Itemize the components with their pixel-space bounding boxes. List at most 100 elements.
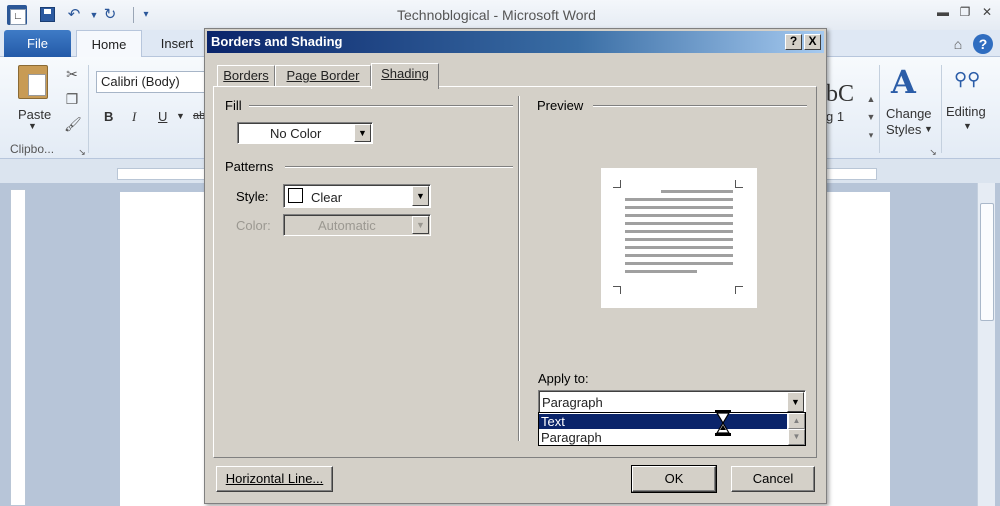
pattern-style-combo[interactable]: Clear ▼	[283, 184, 431, 208]
shading-preview[interactable]	[601, 168, 757, 308]
scroll-down-icon[interactable]: ▼	[788, 429, 805, 445]
tab-page-border[interactable]: Page Border	[275, 65, 371, 87]
editing-dropdown-icon[interactable]: ▼	[963, 121, 972, 131]
chevron-down-icon[interactable]: ▼	[787, 392, 804, 412]
apply-to-dropdown-list[interactable]: Text Paragraph ▲ ▼	[538, 412, 806, 446]
fill-color-value: No Color	[270, 126, 322, 141]
preview-text-line	[625, 214, 733, 217]
preview-text-line	[625, 230, 733, 233]
fill-label: Fill	[225, 98, 242, 113]
tab-home[interactable]: Home	[76, 30, 142, 58]
change-styles-label[interactable]: Change	[886, 106, 932, 121]
save-icon[interactable]	[40, 7, 55, 22]
fill-color-combo[interactable]: No Color ▼	[237, 122, 373, 144]
preview-text-line	[625, 246, 733, 249]
style-scroll-down-icon[interactable]: ▼	[863, 109, 879, 125]
vertical-ruler[interactable]	[10, 189, 26, 506]
style-gallery-preview[interactable]: bC	[826, 81, 854, 108]
cancel-button[interactable]: Cancel	[731, 466, 815, 492]
clipboard-group-label: Clipbo...	[10, 142, 55, 156]
style-gallery-name[interactable]: g 1	[826, 109, 844, 124]
cut-icon[interactable]: ✂	[64, 66, 80, 82]
apply-to-value: Paragraph	[542, 395, 603, 410]
italic-button[interactable]: I	[132, 109, 136, 125]
preview-text-line	[625, 198, 733, 201]
close-window-icon[interactable]: ✕	[978, 5, 996, 21]
vertical-scrollbar[interactable]	[977, 183, 995, 506]
fill-separator	[249, 105, 513, 107]
paste-icon[interactable]	[18, 65, 48, 99]
preview-text-line	[625, 206, 733, 209]
preview-corner-mark	[613, 180, 621, 188]
group-separator	[941, 65, 942, 153]
preview-text-line	[625, 222, 733, 225]
preview-separator	[593, 105, 807, 107]
preview-text-line	[625, 238, 733, 241]
help-icon[interactable]: ?	[973, 34, 993, 54]
group-separator	[879, 65, 880, 153]
change-styles-dropdown-icon[interactable]: ▼	[924, 124, 933, 134]
tab-borders[interactable]: Borders	[217, 65, 275, 87]
paste-button[interactable]: Paste	[18, 107, 51, 122]
preview-corner-mark	[735, 180, 743, 188]
dialog-close-button[interactable]: X	[804, 34, 821, 50]
font-name-combo[interactable]: Calibri (Body)	[96, 71, 211, 93]
minimize-icon[interactable]: ▬	[934, 5, 952, 21]
qat-separator	[133, 7, 134, 23]
find-binoculars-icon[interactable]: ⚲⚲	[954, 69, 980, 90]
dialog-vertical-divider	[518, 96, 520, 441]
list-item-paragraph[interactable]: Paragraph	[539, 430, 787, 445]
tab-selector-icon[interactable]: ∟	[10, 9, 26, 25]
scroll-up-icon[interactable]: ▲	[788, 413, 805, 429]
hourglass-cursor-icon	[715, 410, 731, 436]
list-item-text[interactable]: Text	[539, 414, 787, 429]
tab-insert[interactable]: Insert	[150, 30, 204, 58]
styles-launcher-icon[interactable]: ↘	[925, 144, 941, 160]
pattern-style-value: Clear	[311, 190, 343, 205]
pattern-swatch	[288, 188, 303, 203]
underline-button[interactable]: U	[158, 109, 167, 124]
format-painter-icon[interactable]: 🖌	[64, 116, 82, 132]
paste-dropdown-icon[interactable]: ▼	[28, 121, 37, 131]
customize-qat-icon[interactable]: ▾	[136, 5, 156, 25]
pattern-color-combo: Automatic ▼	[283, 214, 431, 236]
chevron-down-icon[interactable]: ▼	[354, 124, 371, 142]
chevron-down-icon[interactable]: ▼	[412, 186, 429, 206]
minimize-ribbon-icon[interactable]: ⌂	[950, 36, 966, 52]
change-styles-label-2[interactable]: Styles	[886, 122, 921, 137]
preview-text-line	[625, 262, 733, 265]
dialog-help-button[interactable]: ?	[785, 34, 802, 50]
style-scroll-up-icon[interactable]: ▲	[863, 91, 879, 107]
dialog-title: Borders and Shading	[211, 34, 343, 49]
redo-icon[interactable]: ↻	[100, 5, 120, 25]
title-bar: W ↶ ▼ ↻ ▾ Technoblogical - Microsoft Wor…	[0, 0, 1000, 30]
preview-corner-mark	[613, 286, 621, 294]
change-styles-icon[interactable]: A	[891, 63, 916, 101]
undo-icon[interactable]: ↶	[64, 5, 84, 25]
style-label: Style:	[236, 189, 269, 204]
apply-to-combo[interactable]: Paragraph ▼	[538, 390, 806, 414]
copy-icon[interactable]: ❐	[64, 91, 80, 107]
scrollbar-thumb[interactable]	[980, 203, 994, 321]
group-separator	[88, 65, 89, 153]
patterns-separator	[285, 166, 513, 168]
style-gallery-more-icon[interactable]: ▾	[863, 127, 879, 143]
preview-corner-mark	[735, 286, 743, 294]
tab-file[interactable]: File	[4, 30, 71, 57]
dialog-title-bar[interactable]: Borders and Shading ? X	[207, 31, 824, 53]
patterns-label: Patterns	[225, 159, 274, 174]
bold-button[interactable]: B	[104, 109, 113, 124]
chevron-down-icon: ▼	[412, 216, 429, 234]
restore-icon[interactable]: ❐	[956, 5, 974, 21]
preview-text-line	[625, 270, 697, 273]
underline-dropdown-icon[interactable]: ▼	[176, 111, 185, 121]
window-title: Technoblogical - Microsoft Word	[397, 7, 596, 23]
borders-and-shading-dialog: Borders and Shading ? X Borders Page Bor…	[204, 28, 827, 504]
tab-shading[interactable]: Shading	[371, 63, 439, 89]
editing-button[interactable]: Editing	[946, 104, 986, 119]
preview-text-line	[661, 190, 733, 193]
list-scrollbar[interactable]: ▲ ▼	[788, 413, 805, 445]
horizontal-line-button[interactable]: Horizontal Line...	[216, 466, 333, 492]
ok-button[interactable]: OK	[631, 465, 717, 493]
color-label: Color:	[236, 218, 271, 233]
